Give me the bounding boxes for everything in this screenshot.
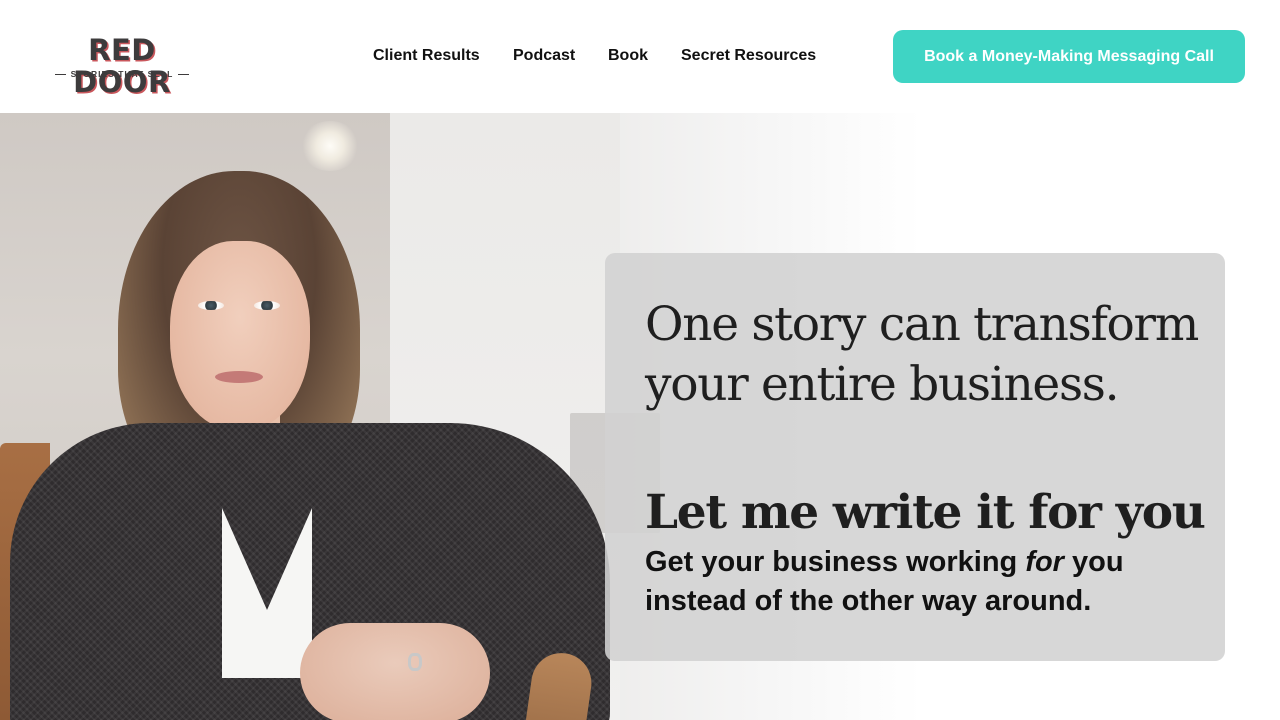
site-header: RED DOOR STORIES THAT SELL Client Result… bbox=[0, 0, 1280, 113]
logo-rule-left bbox=[54, 73, 66, 75]
portrait-face bbox=[170, 241, 310, 431]
nav-podcast[interactable]: Podcast bbox=[513, 45, 575, 67]
hero-headline-secondary: Let me write it for you bbox=[645, 485, 1206, 540]
subline-part1: Get your business working bbox=[645, 546, 1026, 578]
ring-icon bbox=[408, 653, 422, 671]
nav-book[interactable]: Book bbox=[608, 45, 648, 67]
portrait-lips bbox=[215, 371, 263, 383]
portrait-eye-right bbox=[254, 301, 280, 310]
hero-section: One story can transform your entire busi… bbox=[0, 113, 1280, 720]
hero-subline: Get your business working for you instea… bbox=[645, 543, 1205, 621]
logo-rule-right bbox=[178, 73, 190, 75]
hero-message-box: One story can transform your entire busi… bbox=[605, 253, 1225, 661]
hero-portrait bbox=[0, 113, 640, 720]
hero-headline: One story can transform your entire busi… bbox=[645, 297, 1199, 412]
book-call-button[interactable]: Book a Money-Making Messaging Call bbox=[893, 30, 1245, 83]
logo-tagline: STORIES THAT SELL bbox=[70, 69, 174, 79]
red-door-logo[interactable]: RED DOOR STORIES THAT SELL bbox=[38, 34, 206, 98]
logo-tagline-row: STORIES THAT SELL bbox=[50, 68, 194, 80]
nav-secret-resources[interactable]: Secret Resources bbox=[681, 45, 816, 67]
logo-name: RED DOOR bbox=[73, 33, 171, 99]
portrait-hands bbox=[300, 623, 490, 720]
subline-emphasis: for bbox=[1025, 546, 1064, 578]
portrait-eye-left bbox=[198, 301, 224, 310]
nav-client-results[interactable]: Client Results bbox=[373, 45, 480, 67]
